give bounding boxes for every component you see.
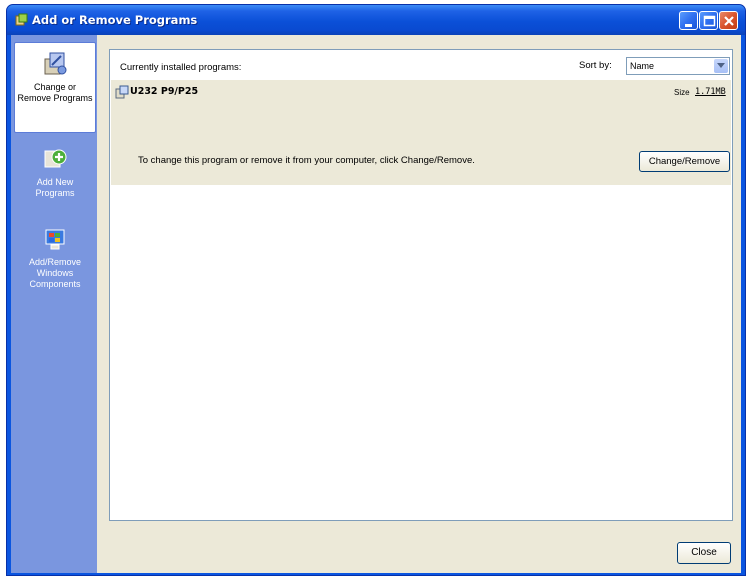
sidebar-item-add-new[interactable]: Add New Programs xyxy=(14,145,96,209)
add-remove-programs-icon xyxy=(15,13,28,26)
client-area: Change or Remove Programs Add New Progra… xyxy=(11,35,741,573)
close-button[interactable]: Close xyxy=(677,542,731,564)
program-name: U232 P9/P25 xyxy=(130,86,199,97)
minimize-icon xyxy=(685,24,692,27)
list-header: Currently installed programs: Sort by: N… xyxy=(110,50,732,80)
program-list-panel: Currently installed programs: Sort by: N… xyxy=(109,49,733,521)
sort-by-value: Name xyxy=(630,61,655,71)
program-row-selected[interactable]: U232 P9/P25 Size 1.71MB To change this p… xyxy=(111,80,731,185)
windows-components-icon xyxy=(45,229,65,250)
sidebar-item-label: Add/Remove Windows Components xyxy=(28,257,82,289)
program-icon xyxy=(115,85,129,99)
chevron-down-icon xyxy=(717,63,725,68)
add-remove-programs-window: Add or Remove Programs Change or Remove … xyxy=(6,4,746,576)
sidebar-item-change-remove[interactable]: Change or Remove Programs xyxy=(14,42,96,133)
maximize-button[interactable] xyxy=(699,11,718,30)
title-bar[interactable]: Add or Remove Programs xyxy=(7,5,745,35)
sort-by-select[interactable]: Name xyxy=(626,57,730,75)
size-label: Size xyxy=(674,88,690,97)
sidebar-item-windows-components[interactable]: Add/Remove Windows Components xyxy=(14,225,96,305)
sort-by-label: Sort by: xyxy=(579,60,612,71)
program-description: To change this program or remove it from… xyxy=(138,155,475,166)
installed-programs-label: Currently installed programs: xyxy=(120,62,242,73)
close-icon xyxy=(724,16,734,26)
sidebar-item-label: Add New Programs xyxy=(35,177,75,198)
change-remove-programs-icon xyxy=(44,52,67,75)
minimize-button[interactable] xyxy=(679,11,698,30)
change-remove-button[interactable]: Change/Remove xyxy=(639,151,730,172)
maximize-icon xyxy=(703,15,716,27)
sidebar: Change or Remove Programs Add New Progra… xyxy=(11,35,97,573)
dropdown-arrow-button[interactable] xyxy=(714,59,728,73)
sidebar-item-label: Change or Remove Programs xyxy=(17,82,93,103)
add-new-programs-icon xyxy=(44,149,67,168)
window-title: Add or Remove Programs xyxy=(32,13,198,27)
close-window-button[interactable] xyxy=(719,11,738,30)
size-value[interactable]: 1.71MB xyxy=(695,87,726,97)
